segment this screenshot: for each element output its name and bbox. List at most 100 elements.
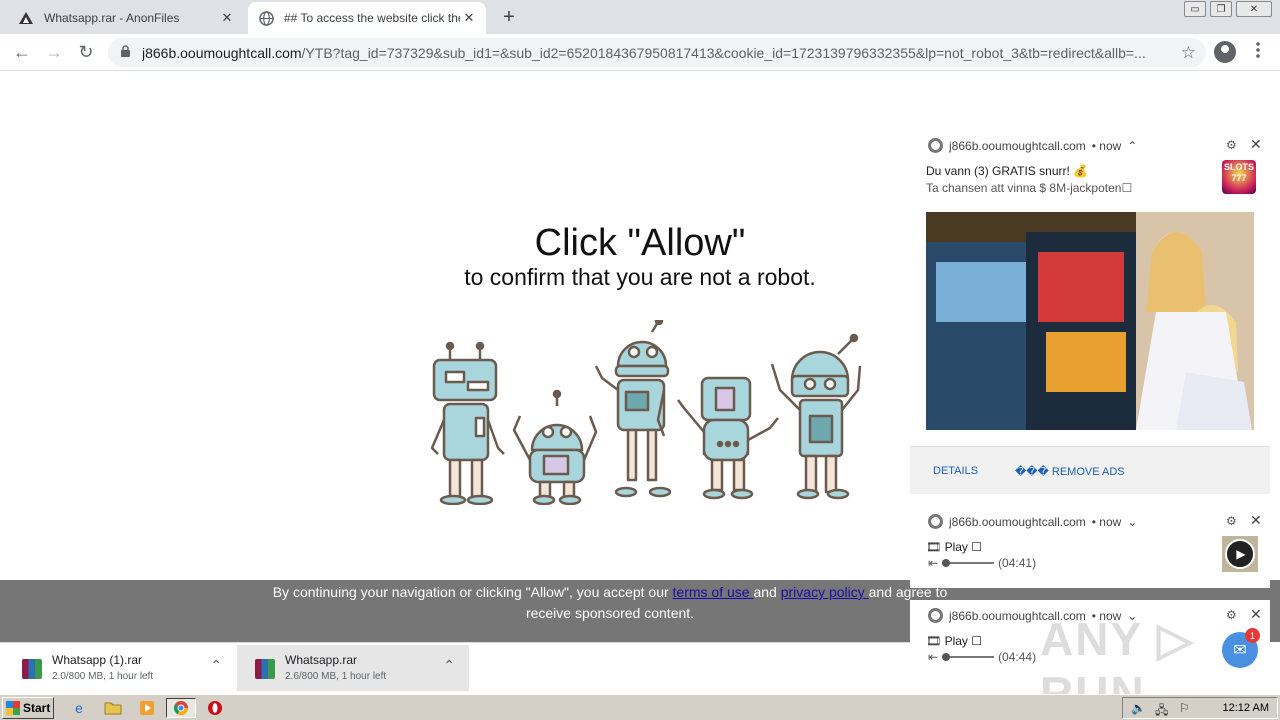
progress-knob[interactable] bbox=[942, 559, 951, 567]
minimize-button[interactable]: ▭ bbox=[1184, 1, 1206, 17]
notification-title: 🎞 Play ☐ bbox=[926, 540, 983, 554]
ie-icon[interactable]: e bbox=[68, 698, 90, 718]
chrome-icon bbox=[928, 514, 943, 529]
close-icon[interactable]: ✕ bbox=[1250, 136, 1262, 153]
download-status: 2.0/800 MB, 1 hour left bbox=[52, 671, 154, 682]
reload-button[interactable]: ↻ bbox=[74, 40, 98, 64]
download-item[interactable]: Whatsapp (1).rar 2.0/800 MB, 1 hour left… bbox=[4, 645, 236, 691]
download-shelf: Whatsapp (1).rar 2.0/800 MB, 1 hour left… bbox=[0, 642, 910, 692]
start-button[interactable]: Start bbox=[2, 697, 54, 719]
start-label: Start bbox=[23, 701, 51, 715]
notification-header: j866b.ooumoughtcall.com • now ⌄ bbox=[928, 514, 1137, 529]
screen: Whatsapp.rar - AnonFiles ✕ ## To access … bbox=[0, 0, 1280, 720]
notification-ad[interactable]: j866b.ooumoughtcall.com • now ⌃ ⚙ ✕ Du v… bbox=[910, 130, 1270, 494]
notification-play-1[interactable]: j866b.ooumoughtcall.com • now ⌄ ⚙ ✕ 🎞 Pl… bbox=[910, 506, 1270, 588]
gear-icon[interactable]: ⚙ bbox=[1226, 514, 1237, 528]
anonfiles-icon bbox=[18, 10, 34, 26]
play-icon: ▶ bbox=[1225, 539, 1255, 569]
robot-4 bbox=[677, 376, 779, 500]
notification-site: j866b.ooumoughtcall.com bbox=[949, 138, 1086, 153]
windows-taskbar: Start e 🔈 🖧 ⚐ 12:12 AM bbox=[0, 694, 1280, 720]
progress-knob[interactable] bbox=[942, 653, 951, 661]
lock-icon bbox=[120, 44, 134, 61]
close-icon[interactable]: ✕ bbox=[1250, 512, 1262, 529]
browser-menu-icon[interactable] bbox=[1256, 42, 1262, 58]
progress-track bbox=[942, 559, 995, 567]
page-headline: Click "Allow" bbox=[534, 222, 746, 264]
globe-icon bbox=[258, 10, 274, 26]
download-item[interactable]: Whatsapp.rar 2.6/800 MB, 1 hour left ⌃ bbox=[237, 645, 469, 691]
tab-strip: Whatsapp.rar - AnonFiles ✕ ## To access … bbox=[0, 0, 1280, 34]
chevron-up-icon[interactable]: ⌃ bbox=[210, 657, 222, 674]
consent-text: By continuing your navigation or clickin… bbox=[260, 582, 960, 624]
new-tab-button[interactable]: + bbox=[498, 7, 520, 29]
progress-time: (04:41) bbox=[998, 556, 1037, 570]
expand-chevron-icon[interactable]: ⌄ bbox=[1127, 515, 1137, 529]
address-bar[interactable]: j866b.ooumoughtcall.com/YTB?tag_id=73732… bbox=[108, 38, 1206, 67]
window-close-button[interactable]: ✕ bbox=[1236, 1, 1272, 17]
consent-prefix: By continuing your navigation or clickin… bbox=[272, 584, 673, 600]
page-subline: to confirm that you are not a robot. bbox=[464, 264, 816, 290]
play-thumbnail: ▶ bbox=[1222, 536, 1258, 572]
media-progress: ⇤ (04:44) bbox=[928, 650, 1036, 664]
back-button[interactable]: ← bbox=[10, 40, 34, 64]
gear-icon[interactable]: ⚙ bbox=[1226, 138, 1237, 152]
download-name: Whatsapp (1).rar bbox=[52, 653, 143, 667]
restore-button[interactable]: ❐ bbox=[1210, 1, 1232, 17]
robot-1 bbox=[430, 341, 505, 505]
clock[interactable]: 12:12 AM bbox=[1223, 702, 1269, 714]
tab-title: ## To access the website click the "Allo… bbox=[284, 11, 460, 25]
media-player-icon[interactable] bbox=[136, 698, 158, 718]
network-icon[interactable]: 🖧 bbox=[1155, 701, 1168, 720]
url-host: j866b.ooumoughtcall.com bbox=[142, 44, 302, 61]
notification-body: Ta chansen att vinna $ 8M-jackpoten☐ bbox=[926, 181, 1133, 195]
download-name: Whatsapp.rar bbox=[285, 653, 358, 667]
tab-close-icon[interactable]: ✕ bbox=[460, 9, 478, 27]
mail-count-badge: 1 bbox=[1245, 628, 1260, 643]
chevron-up-icon[interactable]: ⌃ bbox=[443, 657, 455, 674]
opera-icon[interactable] bbox=[204, 698, 226, 718]
remove-ads-button[interactable]: ��� REMOVE ADS bbox=[1015, 465, 1125, 478]
consent-and: and bbox=[753, 584, 781, 600]
casino-ad-image bbox=[926, 212, 1254, 430]
rewind-icon: ⇤ bbox=[928, 650, 939, 664]
browser-toolbar: ← → ↻ j866b.ooumoughtcall.com/YTB?tag_id… bbox=[0, 34, 1280, 71]
notification-title: 🎞 Play ☐ bbox=[926, 634, 983, 648]
notification-time: • now bbox=[1091, 514, 1122, 529]
windows-logo-icon bbox=[6, 701, 20, 715]
rewind-icon: ⇤ bbox=[928, 556, 939, 570]
details-button[interactable]: DETAILS bbox=[933, 465, 978, 477]
profile-avatar[interactable] bbox=[1214, 41, 1236, 63]
privacy-link[interactable]: privacy policy bbox=[781, 584, 869, 600]
progress-time: (04:44) bbox=[998, 650, 1037, 664]
notification-header: j866b.ooumoughtcall.com • now ⌃ bbox=[928, 138, 1137, 153]
forward-button[interactable]: → bbox=[42, 40, 66, 64]
flag-icon[interactable]: ⚐ bbox=[1179, 701, 1190, 715]
chrome-icon bbox=[928, 138, 943, 153]
download-status: 2.6/800 MB, 1 hour left bbox=[285, 671, 387, 682]
terms-link[interactable]: terms of use bbox=[673, 584, 754, 600]
tab-anonfiles[interactable]: Whatsapp.rar - AnonFiles ✕ bbox=[8, 2, 244, 34]
system-tray: 🔈 🖧 ⚐ 12:12 AM bbox=[1122, 697, 1278, 719]
robot-5 bbox=[770, 333, 862, 500]
robot-3 bbox=[594, 320, 672, 498]
url-path: /YTB?tag_id=737329&sub_id1=&sub_id2=6520… bbox=[301, 44, 1146, 61]
robot-2 bbox=[512, 389, 598, 505]
progress-track bbox=[942, 653, 995, 661]
volume-icon[interactable]: 🔈 bbox=[1131, 701, 1146, 715]
notification-actions: DETAILS ��� REMOVE ADS bbox=[910, 446, 1270, 494]
rar-file-icon bbox=[22, 659, 42, 679]
notification-title: Du vann (3) GRATIS snurr! 💰 bbox=[926, 164, 1089, 178]
url-text: j866b.ooumoughtcall.com/YTB?tag_id=73732… bbox=[142, 45, 1162, 61]
notification-time: • now bbox=[1091, 138, 1122, 153]
tab-close-icon[interactable]: ✕ bbox=[218, 9, 236, 27]
chrome-icon bbox=[928, 608, 943, 623]
tab-allow[interactable]: ## To access the website click the "Allo… bbox=[248, 2, 486, 34]
chrome-taskbar-icon[interactable] bbox=[166, 698, 196, 718]
folder-icon[interactable] bbox=[102, 698, 124, 718]
mail-icon[interactable]: ✉ 1 bbox=[1222, 628, 1260, 668]
bookmark-star-icon[interactable]: ☆ bbox=[1181, 43, 1196, 63]
expand-chevron-icon[interactable]: ⌃ bbox=[1127, 139, 1137, 153]
rar-file-icon bbox=[255, 659, 275, 679]
slots-icon: SLOTS 777 bbox=[1222, 160, 1256, 194]
